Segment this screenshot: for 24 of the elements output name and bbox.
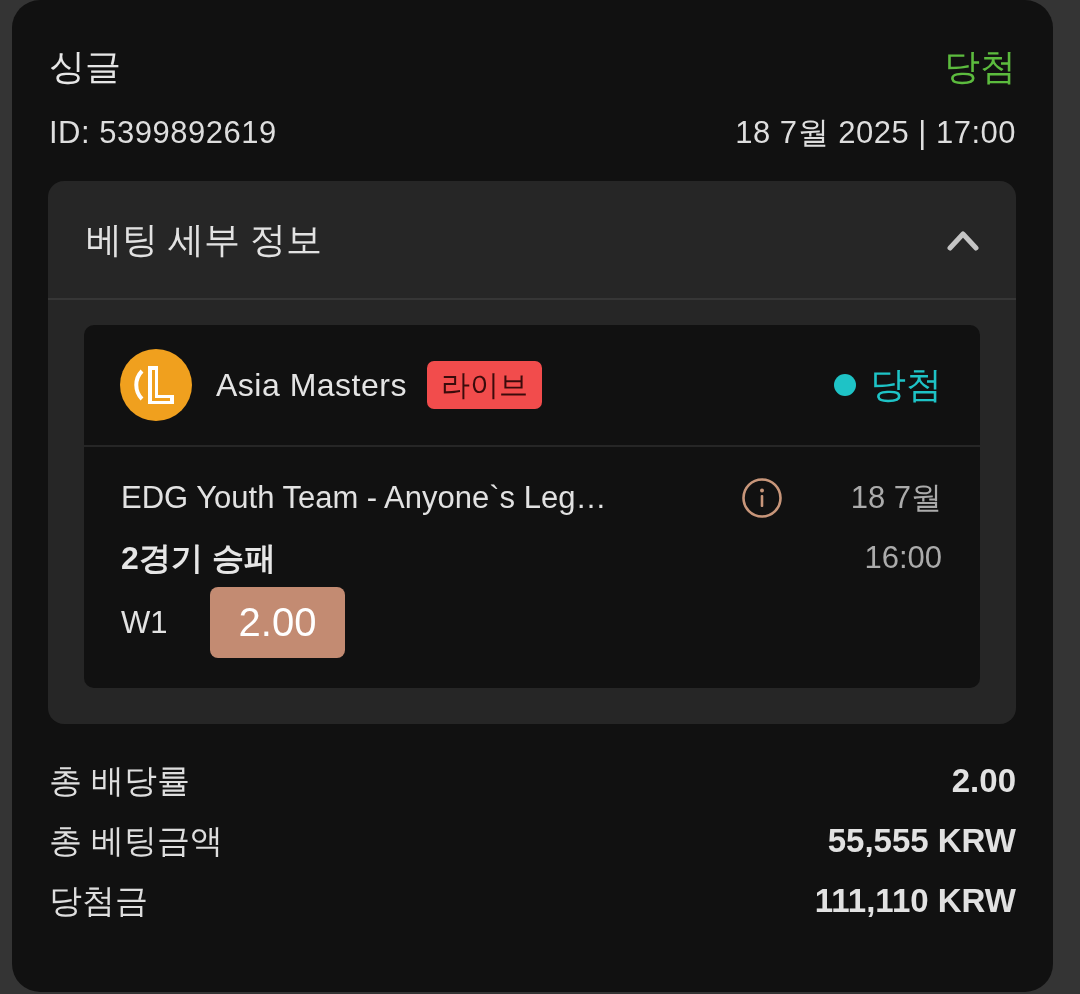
live-badge: 라이브 [426,361,542,409]
status-dot-icon [834,374,856,396]
bet-id: ID: 5399892619 [49,114,277,152]
bet-type: 싱글 [49,45,121,89]
pick-label: W1 [121,603,169,642]
summary-label: 총 베팅금액 [49,821,224,861]
league-name: Asia Masters [216,366,407,405]
odds-badge: 2.00 [210,587,345,658]
bet-status: 당첨 [944,45,1016,89]
result-status: 당첨 [870,363,942,407]
market-name: 2경기 승패 [121,539,277,578]
summary-value: 111,110 KRW [814,881,1016,921]
summary-value: 55,555 KRW [827,821,1016,861]
details-title: 베팅 세부 정보 [86,217,322,262]
chevron-up-icon[interactable] [946,228,980,251]
bet-datetime: 18 7월 2025 | 17:00 [735,114,1016,152]
event-time: 16:00 [864,539,942,577]
summary-label: 당첨금 [49,881,148,921]
event-date: 18 7월 [850,479,942,517]
info-icon[interactable] [742,478,782,518]
summary-value: 2.00 [951,761,1016,801]
event-name: EDG Youth Team - Anyone`s Leg… [121,479,608,517]
summary-label: 총 배당률 [49,761,191,801]
logo-icon [120,349,192,421]
